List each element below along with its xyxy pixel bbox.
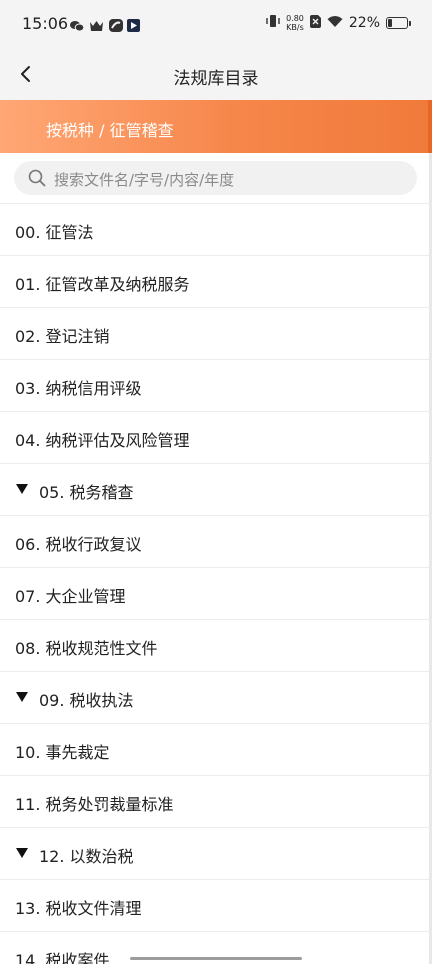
list-item-label: 10. 事先裁定	[15, 743, 110, 762]
page-title: 法规库目录	[173, 69, 259, 89]
wechat-icon	[70, 17, 85, 36]
category-list: 00. 征管法 01. 征管改革及纳税服务 02. 登记注销 03. 纳税信用评级 04…	[0, 204, 432, 964]
search-section: 搜索文件名/字号/内容/年度	[0, 153, 432, 204]
home-indicator[interactable]	[130, 957, 302, 960]
breadcrumb: 按税种 / 征管稽查	[46, 121, 174, 140]
search-input[interactable]: 搜索文件名/字号/内容/年度	[14, 161, 417, 195]
list-item-label: 08. 税收规范性文件	[15, 639, 158, 658]
status-bar: 15:06 0.80 KB/s 22%	[0, 0, 432, 50]
list-item-label: 07. 大企业管理	[15, 587, 126, 606]
expand-caret-icon	[16, 484, 28, 494]
list-item-label: 11. 税务处罚裁量标准	[15, 795, 174, 814]
breadcrumb-banner: 按税种 / 征管稽查	[0, 100, 432, 153]
search-placeholder: 搜索文件名/字号/内容/年度	[54, 171, 235, 189]
list-item[interactable]: 04. 纳税评估及风险管理	[0, 412, 432, 464]
vibrate-icon	[266, 14, 280, 32]
list-item-label: 03. 纳税信用评级	[15, 379, 142, 398]
list-item[interactable]: 06. 税收行政复议	[0, 516, 432, 568]
list-item[interactable]: 13. 税收文件清理	[0, 880, 432, 932]
list-item-label: 12. 以数治税	[39, 847, 134, 866]
crown-icon	[89, 17, 104, 36]
list-item[interactable]: 02. 登记注销	[0, 308, 432, 360]
list-item-label: 09. 税收执法	[39, 691, 134, 710]
net-speed-unit: KB/s	[286, 23, 304, 32]
list-item[interactable]: 01. 征管改革及纳税服务	[0, 256, 432, 308]
top-app-bar: 法规库目录	[0, 50, 432, 100]
net-speed-value: 0.80	[286, 14, 304, 23]
net-speed: 0.80 KB/s	[286, 14, 304, 32]
list-item[interactable]: 00. 征管法	[0, 204, 432, 256]
wifi-icon	[327, 15, 343, 32]
banner-edge	[428, 100, 432, 153]
link-app-icon	[109, 17, 123, 36]
list-item-label: 13. 税收文件清理	[15, 899, 142, 918]
expand-caret-icon	[16, 692, 28, 702]
list-item[interactable]: 11. 税务处罚裁量标准	[0, 776, 432, 828]
search-icon	[28, 169, 46, 191]
list-item-label: 06. 税收行政复议	[15, 535, 142, 554]
battery-icon	[386, 17, 411, 29]
media-app-icon	[127, 17, 140, 36]
list-item-label: 05. 税务稽查	[39, 483, 134, 502]
list-item[interactable]: 03. 纳税信用评级	[0, 360, 432, 412]
list-item[interactable]: 12. 以数治税	[0, 828, 432, 880]
list-item[interactable]: 10. 事先裁定	[0, 724, 432, 776]
battery-percent: 22%	[348, 15, 380, 31]
list-item-label: 04. 纳税评估及风险管理	[15, 431, 190, 450]
list-item[interactable]: 07. 大企业管理	[0, 568, 432, 620]
list-item-label: 14. 税收案件	[15, 951, 110, 964]
list-item[interactable]: 05. 税务稽查	[0, 464, 432, 516]
list-item-label: 02. 登记注销	[15, 327, 110, 346]
list-item-label: 00. 征管法	[15, 223, 94, 242]
no-sim-icon	[309, 14, 321, 32]
list-item[interactable]: 08. 税收规范性文件	[0, 620, 432, 672]
status-time: 15:06	[22, 14, 69, 33]
list-item[interactable]: 09. 税收执法	[0, 672, 432, 724]
expand-caret-icon	[16, 848, 28, 858]
list-item-label: 01. 征管改革及纳税服务	[15, 275, 190, 294]
